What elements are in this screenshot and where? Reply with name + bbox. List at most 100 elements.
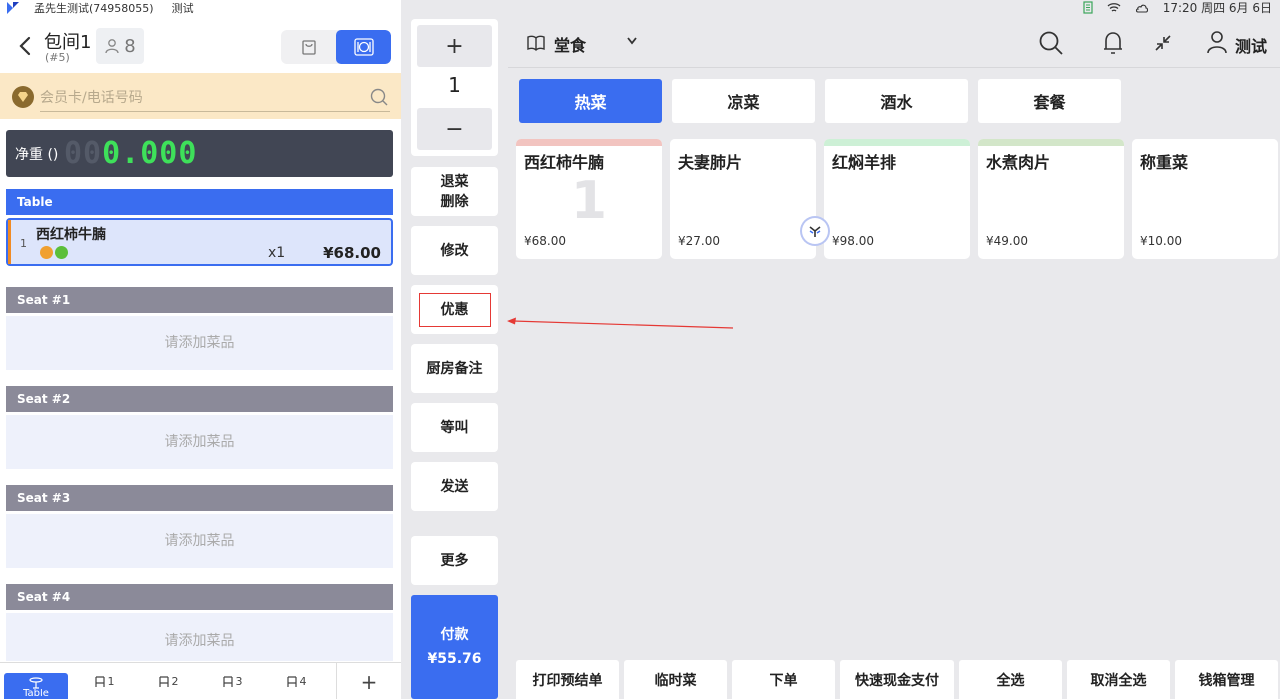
select-all-button[interactable]: 全选 — [959, 660, 1062, 699]
pay-button[interactable]: 付款 ¥55.76 — [411, 595, 498, 699]
modify-button[interactable]: 修改 — [411, 226, 498, 275]
print-prebill-button[interactable]: 打印预结单 — [516, 660, 619, 699]
tab-seat-1[interactable]: 1 — [80, 663, 128, 699]
void-delete-button[interactable]: 退菜 删除 — [411, 167, 498, 216]
tab-seat-label: 3 — [235, 675, 243, 688]
user-icon[interactable] — [1206, 30, 1228, 54]
order-header: 包间1 (#5) 8 — [0, 22, 401, 72]
bell-icon[interactable] — [1102, 30, 1124, 56]
dish-card[interactable]: 1 西红柿牛腩 ¥68.00 — [516, 139, 662, 259]
person-icon — [105, 39, 119, 54]
seat-empty-hint[interactable]: 请添加菜品 — [6, 613, 393, 661]
dish-order-count: 1 — [570, 171, 608, 231]
tab-table[interactable]: Table — [4, 673, 68, 699]
dish-card[interactable]: 红焖羊排 ¥98.00 — [824, 139, 970, 259]
pay-label: 付款 — [440, 627, 469, 643]
discount-button[interactable]: 优惠 — [411, 285, 498, 334]
hold-button[interactable]: 等叫 — [411, 403, 498, 452]
tab-seat-4[interactable]: 4 — [272, 663, 320, 699]
member-badge-icon — [12, 86, 34, 108]
category-tab-sets[interactable]: 套餐 — [978, 79, 1121, 123]
seat-empty-hint[interactable]: 请添加菜品 — [6, 514, 393, 568]
deselect-all-button[interactable]: 取消全选 — [1067, 660, 1170, 699]
scale-dim-digits: 00 — [64, 136, 103, 171]
quantity-value: 1 — [448, 73, 461, 97]
member-input[interactable] — [40, 84, 390, 112]
assistant-icon[interactable] — [802, 218, 828, 244]
delete-label: 删除 — [440, 193, 469, 210]
scale-display: 净重 () 000.000 — [6, 130, 393, 177]
menu-book-icon — [527, 35, 545, 51]
chair-icon — [158, 675, 169, 687]
collapse-icon[interactable] — [1154, 34, 1172, 52]
dish-card[interactable]: 称重菜 ¥10.00 — [1132, 139, 1278, 259]
seat-group-header[interactable]: Seat #1 — [6, 287, 393, 313]
tab-seat-3[interactable]: 3 — [208, 663, 256, 699]
chair-icon — [222, 675, 233, 687]
seat-group-header[interactable]: Seat #3 — [6, 485, 393, 511]
dish-price: ¥68.00 — [524, 234, 566, 248]
order-item-index: 1 — [20, 237, 27, 250]
search-icon[interactable] — [1038, 30, 1064, 56]
back-arrow-icon[interactable] — [16, 34, 36, 58]
chair-icon — [94, 675, 105, 687]
chair-icon — [286, 675, 297, 687]
dine-mode-selector[interactable]: 堂食 — [554, 32, 586, 56]
action-column: + 1 − 退菜 删除 修改 优惠 厨房备注 等叫 发送 更多 付款 ¥55.7… — [401, 0, 508, 699]
increase-qty-button[interactable]: + — [417, 25, 492, 67]
tab-seat-2[interactable]: 2 — [144, 663, 192, 699]
dish-price: ¥10.00 — [1140, 234, 1182, 248]
takeout-mode-button[interactable] — [281, 30, 336, 64]
decrease-qty-button[interactable]: − — [417, 108, 492, 150]
quantity-stepper: + 1 − — [411, 19, 498, 156]
place-order-button[interactable]: 下单 — [732, 660, 835, 699]
temp-dish-button[interactable]: 临时菜 — [624, 660, 727, 699]
add-seat-button[interactable]: + — [336, 663, 401, 699]
dish-color-strip — [1132, 139, 1278, 146]
cash-drawer-button[interactable]: 钱箱管理 — [1175, 660, 1278, 699]
seat-empty-hint[interactable]: 请添加菜品 — [6, 316, 393, 370]
status-time: 17:20 周四 6月 6日 — [1162, 0, 1272, 15]
more-button[interactable]: 更多 — [411, 536, 498, 585]
store-label: 测试 — [171, 2, 194, 15]
pay-amount: ¥55.76 — [427, 651, 482, 667]
quick-cash-pay-button[interactable]: 快速现金支付 — [840, 660, 954, 699]
guest-count-button[interactable]: 8 — [96, 28, 144, 64]
order-item-qty: x1 — [268, 245, 286, 261]
category-tab-cold[interactable]: 凉菜 — [672, 79, 815, 123]
dish-card[interactable]: 夫妻肺片 ¥27.00 — [670, 139, 816, 259]
tab-seat-label: 4 — [299, 675, 307, 688]
order-line-item[interactable]: 1 西红柿牛腩 x1 ¥68.00 — [6, 218, 393, 266]
dish-card[interactable]: 水煮肉片 ¥49.00 — [978, 139, 1124, 259]
user-name[interactable]: 测试 — [1235, 33, 1267, 57]
guest-count: 8 — [124, 35, 136, 57]
dish-color-strip — [516, 139, 662, 146]
order-mode-toggle — [281, 30, 391, 64]
wifi-icon — [1107, 2, 1121, 12]
send-button[interactable]: 发送 — [411, 462, 498, 511]
seat-group-header[interactable]: Seat #2 — [6, 386, 393, 412]
dish-color-strip — [670, 139, 816, 146]
menu-topbar: 堂食 测试 — [508, 18, 1280, 68]
search-icon[interactable] — [369, 87, 389, 107]
dish-name: 称重菜 — [1140, 153, 1189, 172]
kitchen-note-button[interactable]: 厨房备注 — [411, 344, 498, 393]
dining-icon — [353, 38, 374, 56]
discount-highlight: 优惠 — [418, 292, 491, 327]
discount-tag-icon — [40, 246, 53, 259]
dish-price: ¥27.00 — [678, 234, 720, 248]
dine-in-mode-button[interactable] — [336, 30, 391, 64]
seat-empty-hint[interactable]: 请添加菜品 — [6, 415, 393, 469]
scale-readout: 000.000 — [64, 136, 197, 171]
seat-group-header[interactable]: Seat #4 — [6, 584, 393, 610]
order-item-price: ¥68.00 — [323, 244, 381, 262]
scale-label: 净重 () — [15, 147, 59, 163]
dish-color-strip — [824, 139, 970, 146]
category-tab-hot[interactable]: 热菜 — [519, 79, 662, 123]
chevron-down-icon[interactable] — [626, 36, 638, 46]
shopping-bag-icon — [301, 40, 316, 55]
void-label: 退菜 — [440, 173, 469, 190]
category-tab-drinks[interactable]: 酒水 — [825, 79, 968, 123]
table-group-header[interactable]: Table — [6, 189, 393, 215]
seat-tabs: Table 1 2 3 4 + — [0, 662, 401, 699]
